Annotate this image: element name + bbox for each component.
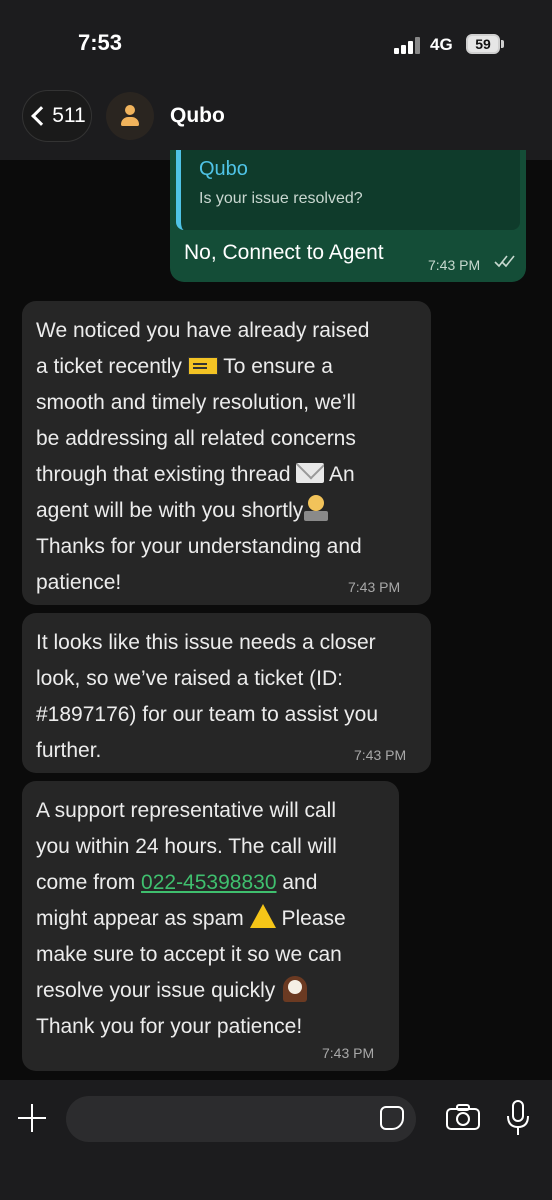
incoming-message[interactable]: It looks like this issue needs a closer … — [22, 613, 431, 773]
battery-tip — [501, 40, 504, 48]
message-composer — [0, 1080, 552, 1200]
plus-icon[interactable] — [18, 1104, 46, 1132]
message-text: A support representative will call you w… — [36, 799, 346, 1038]
cellular-signal-icon — [394, 36, 424, 54]
battery-level: 59 — [475, 36, 491, 52]
message-text: No, Connect to Agent — [184, 241, 384, 264]
message-time: 7:43 PM — [348, 579, 401, 595]
unread-count: 511 — [52, 104, 86, 127]
technologist-emoji-icon — [303, 495, 329, 521]
warning-emoji-icon — [249, 904, 276, 928]
sticker-icon[interactable] — [380, 1106, 404, 1130]
message-time: 7:43 PM — [354, 747, 407, 763]
back-button[interactable]: 511 — [22, 90, 92, 142]
microphone-icon[interactable] — [506, 1100, 530, 1136]
contact-name[interactable]: Qubo — [170, 104, 225, 128]
message-text: We noticed you have already raised a tic… — [36, 319, 370, 594]
ticket-emoji-icon — [187, 357, 218, 375]
quote-author: Qubo — [199, 158, 248, 180]
double-check-icon — [494, 255, 515, 268]
network-type: 4G — [430, 35, 453, 54]
phone-link[interactable]: 022-45398830 — [141, 871, 276, 894]
chat-header: 7:53 4G 59 511 Qubo — [0, 0, 552, 160]
message-input[interactable] — [66, 1096, 416, 1142]
message-time: 7:43 PM — [322, 1045, 375, 1061]
outgoing-message[interactable]: Qubo Is your issue resolved? No, Connect… — [170, 150, 526, 282]
contact-avatar-icon[interactable] — [106, 92, 154, 140]
back-chevron-icon — [31, 106, 52, 126]
camera-icon[interactable] — [446, 1104, 480, 1130]
incoming-message[interactable]: We noticed you have already raised a tic… — [22, 301, 431, 605]
status-time: 7:53 — [78, 30, 123, 55]
message-time: 7:43 PM — [428, 257, 481, 273]
quoted-message[interactable]: Qubo Is your issue resolved? — [176, 150, 520, 230]
envelope-emoji-icon — [296, 463, 325, 483]
incoming-message[interactable]: A support representative will call you w… — [22, 781, 399, 1071]
mantelpiece-clock-emoji-icon — [281, 974, 309, 1002]
battery-icon: 59 — [466, 34, 500, 54]
quote-text: Is your issue resolved? — [199, 190, 363, 207]
